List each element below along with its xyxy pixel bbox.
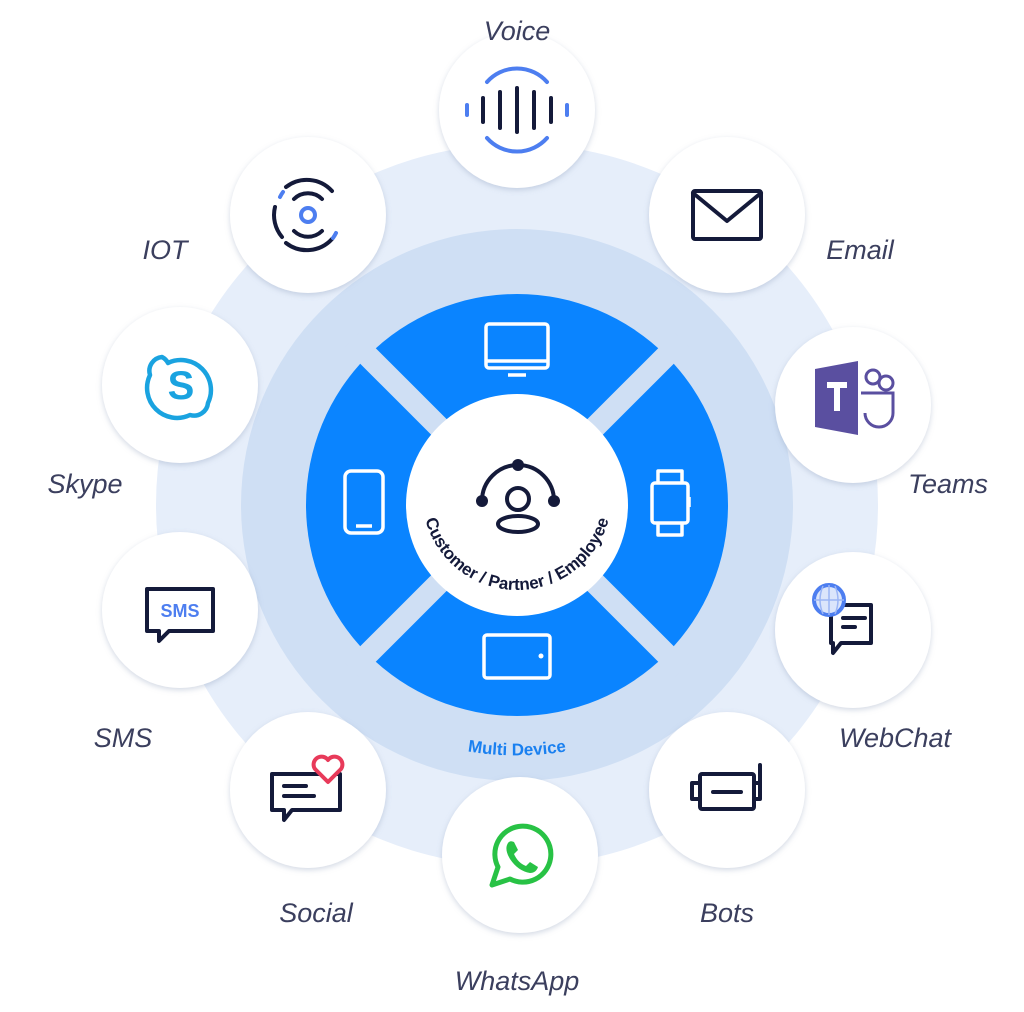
channel-teams[interactable] <box>775 327 931 483</box>
channel-label-voice: Voice <box>484 16 551 46</box>
channel-label-bots: Bots <box>700 898 754 928</box>
channel-webchat[interactable] <box>775 552 931 708</box>
channel-bots[interactable] <box>649 712 805 868</box>
channel-label-sms: SMS <box>94 723 153 753</box>
channel-voice[interactable] <box>439 32 595 188</box>
channel-label-skype: Skype <box>47 469 122 499</box>
skype-letter: S <box>168 364 195 408</box>
channel-label-social: Social <box>279 898 354 928</box>
channel-iot[interactable] <box>230 137 386 293</box>
channel-sms[interactable]: SMS <box>102 532 258 688</box>
channel-skype[interactable]: S <box>102 307 258 463</box>
channel-label-email: Email <box>826 235 895 265</box>
channel-whatsapp[interactable] <box>442 777 598 933</box>
channel-label-iot: IOT <box>143 235 191 265</box>
channel-email[interactable] <box>649 137 805 293</box>
sms-icon-text: SMS <box>160 601 199 621</box>
channel-social[interactable] <box>230 712 386 868</box>
channel-label-teams: Teams <box>908 469 988 499</box>
channel-label-whatsapp: WhatsApp <box>455 966 580 996</box>
omnichannel-diagram: Customer / Partner / Employee Multi Devi… <box>47 16 988 996</box>
channel-label-webchat: WebChat <box>839 723 953 753</box>
